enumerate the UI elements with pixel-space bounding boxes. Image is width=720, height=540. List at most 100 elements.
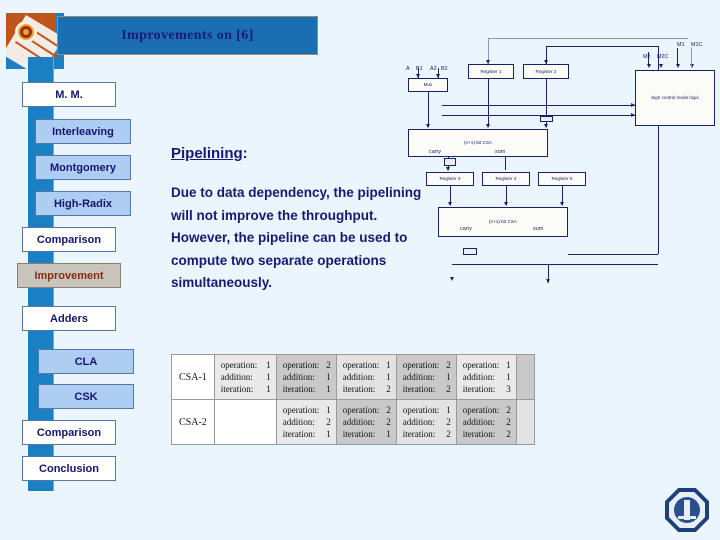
table-cell (515, 399, 535, 445)
table-cell: operation: 2 addition: 1 iteration: 1 (275, 354, 337, 400)
sidebar-item-label: CSK (74, 390, 98, 403)
sidebar-item-comparison[interactable]: Comparison (22, 420, 116, 445)
table-cell-operation: operation: 2 (343, 404, 391, 416)
table-cell-addition: addition: 1 (221, 371, 271, 383)
table-cell-operation-label: operation: (462, 360, 500, 370)
sidebar-item-m-m[interactable]: M. M. (22, 82, 116, 107)
table-cell-iteration-label: iteration: (220, 384, 254, 394)
table-cell-addition-value: 1 (326, 372, 331, 382)
table-cell-iteration-value: 2 (506, 429, 511, 439)
table-cell-iteration-value: 2 (446, 429, 451, 439)
table-cell-addition-value: 1 (446, 372, 451, 382)
table-cell: operation: 1 addition: 1 iteration: 2 (335, 354, 397, 400)
sidebar-item-label: Adders (50, 312, 88, 325)
content-paragraph: Due to data dependency, the pipelining w… (171, 185, 422, 290)
table-cell-addition-label: addition: (342, 417, 375, 427)
table-cell-operation-value: 2 (446, 360, 451, 370)
table-cell: operation: 1 addition: 1 iteration: 3 (455, 354, 517, 400)
table-cell-iteration: iteration: 1 (283, 428, 331, 440)
table-cell-iteration: iteration: 1 (343, 428, 391, 440)
table-cell-operation-value: 1 (506, 360, 511, 370)
sidebar-item-interleaving[interactable]: Interleaving (35, 119, 131, 144)
sidebar-item-conclusion[interactable]: Conclusion (22, 456, 116, 481)
slide-canvas: Improvements on [6] M. M. Interleaving Mon… (0, 0, 720, 540)
table-cell-iteration: iteration: 1 (283, 383, 331, 395)
table-cell-iteration-label: iteration: (342, 384, 376, 394)
table-cell-iteration-value: 2 (446, 384, 451, 394)
sidebar-item-improvement[interactable]: Improvement (17, 263, 121, 288)
table-cell-addition-value: 1 (386, 372, 391, 382)
table-cell-iteration-label: iteration: (282, 429, 316, 439)
table-cell-addition-label: addition: (462, 372, 495, 382)
table-cell-operation: operation: 1 (343, 359, 391, 371)
table-cell-iteration-label: iteration: (342, 429, 376, 439)
diagram-label-carry: carry (460, 226, 472, 232)
table-cell: operation: 2 addition: 1 iteration: 2 (395, 354, 457, 400)
sidebar-item-label: CLA (74, 355, 98, 368)
table-cell-addition: addition: 2 (403, 416, 451, 428)
table-cell-operation-value: 1 (386, 360, 391, 370)
table-cell-iteration: iteration: 2 (343, 383, 391, 395)
table-cell-iteration-label: iteration: (402, 384, 436, 394)
sidebar-item-label: Comparison (36, 426, 102, 439)
table-cell-addition: addition: 1 (343, 371, 391, 383)
table-cell-addition-label: addition: (402, 372, 435, 382)
table-cell-operation-value: 1 (446, 405, 451, 415)
table-cell-operation-label: operation: (220, 360, 258, 370)
table-row: CSA-2 operation: 1 addition: 2 iteration: 1 op… (171, 399, 535, 445)
table-cell-operation-label: operation: (342, 405, 380, 415)
table-cell-iteration-value: 3 (506, 384, 511, 394)
table-cell-addition-value: 2 (326, 417, 331, 427)
table-cell-operation: operation: 2 (463, 404, 511, 416)
table-cell-addition-value: 2 (446, 417, 451, 427)
table-cell-operation-label: operation: (402, 360, 440, 370)
sidebar-item-adders[interactable]: Adders (22, 306, 116, 331)
table-cell-addition: addition: 2 (283, 416, 331, 428)
table-cell-iteration: iteration: 1 (221, 383, 271, 395)
content-heading: Pipelining: (171, 145, 248, 162)
diagram-box-sign-control-mode-logic: Sign control mode logic (635, 70, 715, 126)
table-cell-iteration-value: 1 (386, 429, 391, 439)
sidebar-item-comparison[interactable]: Comparison (22, 227, 116, 252)
sidebar-item-label: Montgomery (50, 161, 116, 174)
content-heading-colon: : (242, 145, 248, 162)
sidebar-item-cla[interactable]: CLA (38, 349, 134, 374)
diagram-box-register-1: Register 1 (468, 64, 514, 79)
table-cell-addition: addition: 1 (463, 371, 511, 383)
table-cell-iteration-value: 1 (326, 384, 331, 394)
sidebar-item-label: Interleaving (52, 125, 114, 138)
table-cell (213, 399, 277, 445)
table-cell (515, 354, 535, 400)
table-cell-operation: operation: 2 (283, 359, 331, 371)
diagram-label-a: A (406, 66, 410, 72)
diagram-label-sum: sum (495, 149, 506, 155)
table-cell-iteration-label: iteration: (402, 429, 436, 439)
table-cell-iteration-value: 1 (326, 429, 331, 439)
university-emblem-logo (665, 488, 709, 532)
diagram-label-a2: A2 (430, 66, 437, 72)
diagram-box-register-3: Register 3 (426, 172, 474, 186)
table-cell-addition-label: addition: (402, 417, 435, 427)
table-cell-operation: operation: 1 (403, 404, 451, 416)
table-row: CSA-1 operation: 1 addition: 1 iteration: 1 ope… (171, 354, 535, 400)
table-cell-operation: operation: 1 (463, 359, 511, 371)
sidebar-item-csk[interactable]: CSK (38, 384, 134, 409)
diagram-box-register-5: Register 5 (538, 172, 586, 186)
diagram-box-register-2: Register 2 (523, 64, 569, 79)
sidebar-item-label: Comparison (36, 233, 102, 246)
table-cell: operation: 1 addition: 1 iteration: 1 (213, 354, 277, 400)
table-cell-iteration-label: iteration: (462, 384, 496, 394)
table-cell-iteration-value: 2 (386, 384, 391, 394)
table-cell-addition-label: addition: (282, 372, 315, 382)
sidebar-item-high-radix[interactable]: High-Radix (35, 191, 131, 216)
table-cell-addition: addition: 2 (463, 416, 511, 428)
sidebar-item-montgomery[interactable]: Montgomery (35, 155, 131, 180)
table-cell-addition: addition: 1 (283, 371, 331, 383)
table-cell-operation-label: operation: (282, 405, 320, 415)
table-cell-operation-label: operation: (462, 405, 500, 415)
table-cell-iteration: iteration: 2 (463, 428, 511, 440)
content-heading-text: Pipelining (171, 145, 243, 162)
table-cell-operation-value: 1 (266, 360, 271, 370)
table-cell: operation: 1 addition: 2 iteration: 1 (275, 399, 337, 445)
diagram-label-carry: carry (429, 149, 441, 155)
